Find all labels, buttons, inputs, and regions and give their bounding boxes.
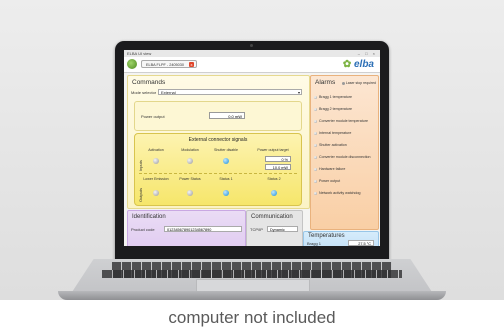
identification-title: Identification xyxy=(132,214,166,220)
alarm-label: Power output xyxy=(319,179,341,183)
communication-panel: Communication TCP/IP Dynamic xyxy=(246,210,303,246)
status-1-led xyxy=(223,190,229,196)
target-percent-input[interactable]: 0 % xyxy=(265,156,291,162)
external-signals-box: External connector signals Inputs Activa… xyxy=(134,133,302,206)
output-col-lower-emission: Lower Emission xyxy=(143,177,169,181)
device-tab-label: ELBA FLPF - 2405030 xyxy=(146,63,184,67)
temperatures-title: Temperatures xyxy=(308,233,345,239)
identification-panel: Identification Product code 012345678901… xyxy=(127,210,246,246)
alarm-led xyxy=(314,119,317,123)
chevron-down-icon: ▾ xyxy=(297,90,300,95)
alarm-item: Converter module temperature xyxy=(314,119,368,123)
inputs-label: Inputs xyxy=(138,160,143,171)
laser-stop-led xyxy=(341,81,345,85)
output-col-status-1: Status 1 xyxy=(219,177,233,181)
alarm-item: Bragg 1 temperature xyxy=(314,95,352,99)
mode-selector-dropdown[interactable]: External ▾ xyxy=(158,89,302,95)
alarms-panel: Alarms Laser stop required Bragg 1 tempe… xyxy=(310,75,379,230)
output-col-status-2: Status 2 xyxy=(267,177,281,181)
power-output-label: Power output xyxy=(141,114,165,119)
product-code-field: 012345678901234567890 xyxy=(164,226,242,232)
target-power-input[interactable]: 10.0 mW xyxy=(265,164,291,170)
alarm-label: Bragg 1 temperature xyxy=(319,95,352,99)
temperatures-panel: Temperatures Bragg 1 27.5 °C xyxy=(303,231,379,246)
communication-title: Communication xyxy=(251,214,293,220)
alarm-led xyxy=(314,143,317,147)
alarm-label: Bragg 2 temperature xyxy=(319,107,352,111)
logo-text: elba xyxy=(353,59,374,70)
alarm-item: Converter module disconnection xyxy=(314,155,371,159)
mode-selector-label: Mode selector xyxy=(131,90,157,95)
elba-logo: ✿ elba xyxy=(343,59,374,70)
alarm-label: Converter module disconnection xyxy=(319,155,371,159)
alarm-label: Internal temperature xyxy=(319,131,352,135)
external-signals-title: External connector signals xyxy=(188,137,248,143)
alarm-item: Shutter activation xyxy=(314,143,347,147)
activation-led xyxy=(153,158,159,164)
product-code-label: Product code xyxy=(131,227,155,232)
shutter-disable-led xyxy=(223,158,229,164)
leaf-icon: ✿ xyxy=(342,59,352,70)
power-output-input[interactable]: 0.0 mW xyxy=(209,112,245,119)
alarm-led xyxy=(314,191,317,195)
keyboard-keys-row xyxy=(102,270,402,278)
alarm-led xyxy=(314,155,317,159)
power-status-led xyxy=(187,190,193,196)
alarm-item: Hardware failure xyxy=(314,167,345,171)
laptop-base xyxy=(58,291,446,300)
bragg-1-temp-field: 27.5 °C xyxy=(348,240,374,246)
alarm-led xyxy=(314,95,317,99)
webcam-icon xyxy=(250,44,253,47)
outputs-label: Outputs xyxy=(138,187,143,202)
alarm-led xyxy=(314,131,317,135)
alarm-item: Network activity watchdog xyxy=(314,191,361,195)
window-controls[interactable]: – □ × xyxy=(358,51,377,56)
alarm-label: Network activity watchdog xyxy=(319,191,361,195)
input-col-modulation: Modulation xyxy=(181,148,199,152)
laser-stop-indicator: Laser stop required xyxy=(341,81,376,85)
commands-panel: Commands Mode selector External ▾ Power … xyxy=(127,75,310,209)
alarm-led xyxy=(314,167,317,171)
signals-divider xyxy=(139,173,297,174)
app-screen: ELBA UI view – □ × ELBA FLPF - 2405030 x… xyxy=(124,50,380,246)
modulation-led xyxy=(187,158,193,164)
alarms-title: Alarms xyxy=(315,79,336,86)
app-toolbar: ELBA FLPF - 2405030 x ✿ elba xyxy=(124,57,380,73)
alarm-label: Converter module temperature xyxy=(319,119,368,123)
alarm-label: Shutter activation xyxy=(319,143,347,147)
window-title: ELBA UI view xyxy=(127,51,152,56)
input-col-activation: Activation xyxy=(148,148,164,152)
app-logo-icon[interactable] xyxy=(127,59,137,69)
laser-stop-label: Laser stop required xyxy=(345,81,376,85)
alarm-item: Power output xyxy=(314,179,340,183)
tcpip-mode-field[interactable]: Dynamic xyxy=(267,226,298,232)
input-col-power-target: Power output target xyxy=(257,148,289,152)
power-output-box: Power output 0.0 mW xyxy=(134,101,302,131)
alarm-item: Internal temperature xyxy=(314,131,351,135)
alarm-label: Hardware failure xyxy=(319,167,346,171)
status-2-led xyxy=(271,190,277,196)
alarm-led xyxy=(314,107,317,111)
alarm-item: Bragg 2 temperature xyxy=(314,107,352,111)
tcpip-label: TCP/IP xyxy=(250,227,263,232)
lower-emission-led xyxy=(153,190,159,196)
mode-selector-value: External xyxy=(161,90,176,95)
alarm-led xyxy=(314,179,317,183)
caption-text: computer not included xyxy=(168,308,336,327)
input-col-shutter-disable: Shutter disable xyxy=(214,148,238,152)
commands-title: Commands xyxy=(132,79,166,86)
output-col-power-status: Power Status xyxy=(179,177,201,181)
close-tab-icon[interactable]: x xyxy=(189,62,194,67)
device-tab[interactable]: ELBA FLPF - 2405030 x xyxy=(141,60,197,68)
window-titlebar: ELBA UI view – □ × xyxy=(124,50,380,57)
bragg-1-temp-label: Bragg 1 xyxy=(307,241,322,246)
